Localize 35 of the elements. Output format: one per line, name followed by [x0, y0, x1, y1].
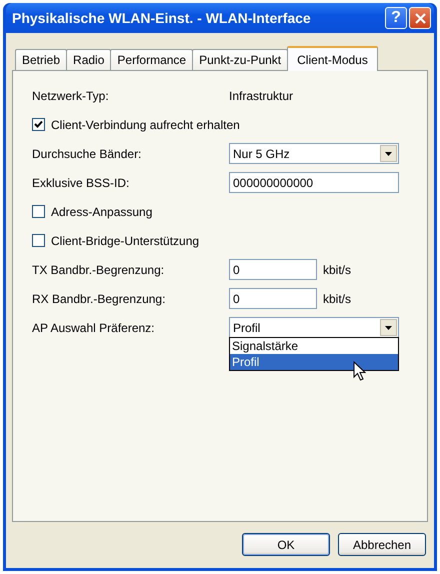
checkbox-label: Client-Verbindung aufrecht erhalten — [51, 118, 240, 132]
dropdown-option[interactable]: Signalstärke — [230, 338, 398, 354]
unit-label: kbit/s — [323, 292, 352, 306]
field-label: AP Auswahl Präferenz: — [32, 320, 156, 334]
tab[interactable]: Performance — [110, 49, 194, 70]
checkbox[interactable] — [32, 205, 45, 218]
dialog-button[interactable]: Abbrechen — [338, 533, 426, 556]
field-value: Infrastruktur — [229, 88, 294, 102]
field-label: RX Bandbr.-Begrenzung: — [32, 292, 166, 306]
input-field[interactable]: 0 — [229, 288, 317, 309]
checkbox[interactable] — [32, 118, 45, 131]
caret-icon — [385, 326, 392, 330]
input-field[interactable]: 0 — [229, 259, 317, 280]
tab[interactable]: Client-Modus — [287, 46, 378, 71]
help-button[interactable]: ? — [385, 7, 407, 29]
close-icon — [414, 12, 426, 24]
checkbox-label: Adress-Anpassung — [51, 204, 152, 218]
dialog-button[interactable]: OK — [242, 533, 330, 556]
tab[interactable]: Radio — [66, 49, 112, 70]
window-title: Physikalische WLAN-Einst. - WLAN-Interface — [12, 10, 312, 26]
dropdown[interactable]: Profil — [229, 317, 399, 338]
tab[interactable]: Betrieb — [15, 49, 68, 70]
checkbox-label: Client-Bridge-Unterstützung — [51, 234, 200, 248]
caret-icon — [385, 152, 392, 156]
input-field[interactable]: 000000000000 — [229, 172, 399, 193]
close-button[interactable] — [409, 7, 431, 29]
field-label: TX Bandbr.-Begrenzung: — [32, 262, 166, 276]
dropdown[interactable]: Nur 5 GHz — [229, 143, 399, 164]
dropdown-option[interactable]: Profil — [230, 354, 398, 370]
field-label: Netzwerk-Typ: — [32, 88, 110, 102]
unit-label: kbit/s — [323, 262, 352, 276]
field-label: Exklusive BSS-ID: — [32, 176, 130, 190]
checkbox[interactable] — [32, 234, 45, 247]
field-label: Durchsuche Bänder: — [32, 146, 142, 160]
tab[interactable]: Punkt-zu-Punkt — [192, 49, 288, 70]
